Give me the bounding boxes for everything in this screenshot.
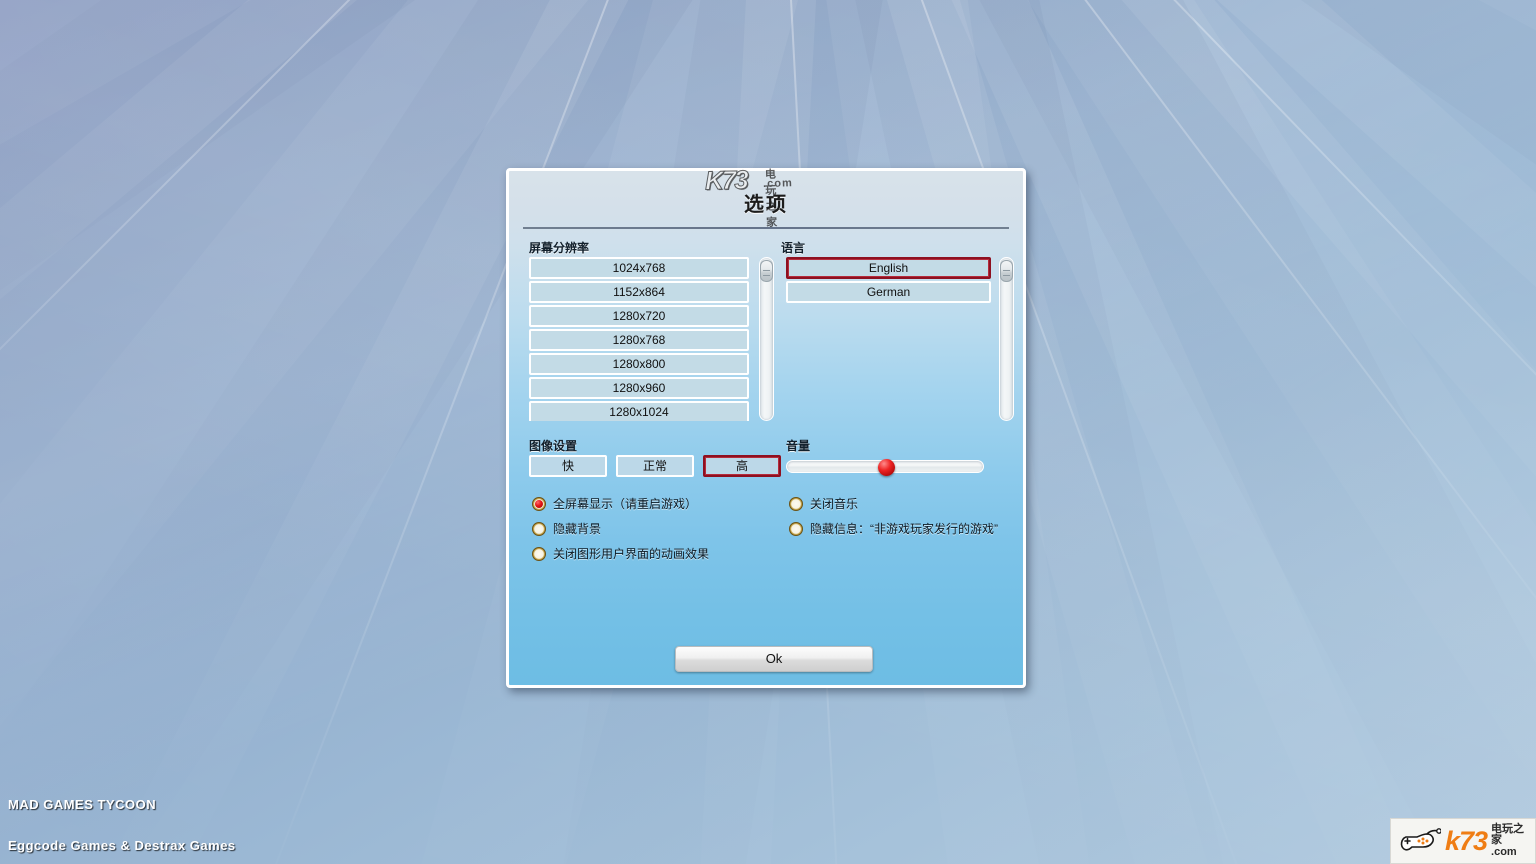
- radio-off-icon[interactable]: [532, 522, 546, 536]
- resolution-item[interactable]: 1152x864: [529, 281, 749, 303]
- toggle-row-left[interactable]: 关闭图形用户界面的动画效果: [532, 545, 782, 562]
- right-toggle-group: 关闭音乐隐藏信息：“非游戏玩家发行的游戏”: [789, 495, 1019, 545]
- k73-sub-text: 电玩之家 .com: [1491, 824, 1535, 859]
- toggle-label: 全屏幕显示（请重启游戏）: [553, 495, 697, 512]
- resolution-item[interactable]: 1280x720: [529, 305, 749, 327]
- gamepad-icon: [1399, 828, 1441, 854]
- k73-cn-text: 电玩之家: [1491, 824, 1535, 847]
- graphics-section-label: 图像设置: [529, 437, 577, 454]
- radio-on-icon[interactable]: [532, 497, 546, 511]
- graphics-quality-group: 快正常高: [529, 455, 781, 477]
- toggle-label: 隐藏背景: [553, 520, 601, 537]
- language-item[interactable]: German: [786, 281, 991, 303]
- k73-watermark-badge: k73 电玩之家 .com: [1390, 818, 1536, 864]
- title-divider: [523, 227, 1009, 229]
- radio-off-icon[interactable]: [789, 497, 803, 511]
- left-toggle-group: 全屏幕显示（请重启游戏） 隐藏背景关闭图形用户界面的动画效果: [532, 495, 782, 570]
- k73-com-text: .com: [1491, 847, 1535, 859]
- toggle-label: 关闭图形用户界面的动画效果: [553, 545, 709, 562]
- resolution-item[interactable]: 1024x768: [529, 257, 749, 279]
- radio-off-icon[interactable]: [532, 547, 546, 561]
- radio-off-icon[interactable]: [789, 522, 803, 536]
- language-scrollbar[interactable]: [999, 257, 1014, 421]
- volume-section-label: 音量: [786, 437, 810, 454]
- resolution-listbox[interactable]: 1024x7681152x8641280x7201280x7681280x800…: [529, 257, 749, 421]
- resolution-scroll-thumb[interactable]: [760, 260, 773, 282]
- toggle-row-left[interactable]: 全屏幕显示（请重启游戏）: [532, 495, 782, 512]
- toggle-row-right[interactable]: 隐藏信息：“非游戏玩家发行的游戏”: [789, 520, 1019, 537]
- toggle-row-right[interactable]: 关闭音乐: [789, 495, 1019, 512]
- language-section-label: 语言: [781, 239, 805, 256]
- resolution-section-label: 屏幕分辨率: [529, 239, 589, 256]
- resolution-scrollbar[interactable]: [759, 257, 774, 421]
- resolution-item[interactable]: 1280x960: [529, 377, 749, 399]
- options-dialog: 选项 屏幕分辨率 1024x7681152x8641280x7201280x76…: [506, 168, 1026, 688]
- language-item[interactable]: English: [786, 257, 991, 279]
- resolution-item[interactable]: 1280x768: [529, 329, 749, 351]
- toggle-row-left[interactable]: 隐藏背景: [532, 520, 782, 537]
- k73-brand-text: k73: [1445, 828, 1487, 855]
- graphics-quality-button[interactable]: 快: [529, 455, 607, 477]
- language-scroll-thumb[interactable]: [1000, 260, 1013, 282]
- game-title-text: MAD GAMES TYCOON: [8, 797, 156, 812]
- language-listbox[interactable]: EnglishGerman: [786, 257, 991, 421]
- volume-slider-thumb[interactable]: [878, 459, 895, 476]
- toggle-label: 关闭音乐: [810, 495, 858, 512]
- game-credits-text: Eggcode Games & Destrax Games: [8, 838, 236, 853]
- resolution-item[interactable]: 1280x1024: [529, 401, 749, 421]
- resolution-item[interactable]: 1280x800: [529, 353, 749, 375]
- graphics-quality-button[interactable]: 正常: [616, 455, 694, 477]
- toggle-label: 隐藏信息：“非游戏玩家发行的游戏”: [810, 520, 998, 537]
- dialog-title: 选项: [509, 171, 1023, 217]
- ok-button[interactable]: Ok: [675, 646, 873, 672]
- graphics-quality-button[interactable]: 高: [703, 455, 781, 477]
- volume-slider-track[interactable]: [786, 460, 984, 473]
